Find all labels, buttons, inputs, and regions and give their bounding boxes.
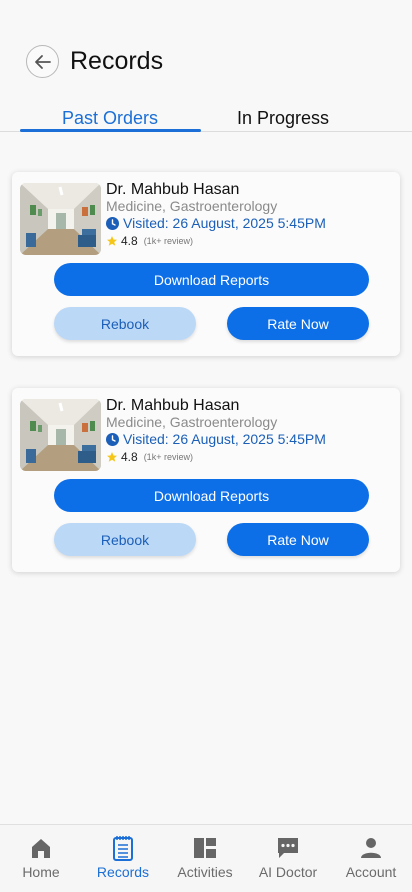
star-icon — [107, 236, 117, 246]
nav-label: AI Doctor — [258, 864, 318, 880]
nav-item-home[interactable]: Home — [0, 825, 82, 892]
visit-date: Visited: 26 August, 2025 5:45PM — [123, 215, 326, 231]
clock-icon — [106, 432, 119, 446]
rating-value: 4.8 — [121, 450, 138, 464]
header: Records — [0, 0, 412, 100]
rating: 4.8 (1k+ review) — [106, 450, 193, 464]
doctor-name: Dr. Mahbub Hasan — [106, 181, 240, 198]
chat-icon — [278, 838, 298, 858]
arrow-left-icon — [34, 54, 51, 69]
rating: 4.8 (1k+ review) — [106, 234, 193, 248]
record-card: Dr. Mahbub Hasan Medicine, Gastroenterol… — [12, 172, 400, 356]
visit-date: Visited: 26 August, 2025 5:45PM — [123, 431, 326, 447]
download-reports-button[interactable]: Download Reports — [54, 479, 369, 512]
doctor-specialty: Medicine, Gastroenterology — [106, 198, 278, 214]
visit-info: Visited: 26 August, 2025 5:45PM — [106, 215, 326, 231]
nav-item-records[interactable]: Records — [82, 825, 164, 892]
rating-value: 4.8 — [121, 234, 138, 248]
nav-item-account[interactable]: Account — [330, 825, 412, 892]
clinic-image — [20, 183, 101, 255]
records-icon — [113, 836, 133, 861]
nav-label: Account — [345, 864, 397, 880]
tab-bar: Past Orders In Progress — [0, 105, 412, 132]
bottom-nav: Home Records Activities AI Doctor Accoun… — [0, 824, 412, 892]
review-count: (1k+ review) — [143, 236, 193, 246]
nav-item-activities[interactable]: Activities — [164, 825, 246, 892]
nav-label: Records — [96, 864, 150, 880]
doctor-specialty: Medicine, Gastroenterology — [106, 414, 278, 430]
home-icon — [32, 839, 50, 858]
clinic-image — [20, 399, 101, 471]
doctor-name: Dr. Mahbub Hasan — [106, 397, 240, 414]
account-icon — [361, 838, 381, 858]
nav-label: Activities — [177, 864, 233, 880]
nav-item-ai-doctor[interactable]: AI Doctor — [247, 825, 329, 892]
back-button[interactable] — [26, 45, 59, 78]
star-icon — [107, 452, 117, 462]
visit-info: Visited: 26 August, 2025 5:45PM — [106, 431, 326, 447]
rate-now-button[interactable]: Rate Now — [227, 307, 369, 340]
page-title: Records — [70, 47, 164, 75]
active-tab-indicator — [20, 129, 201, 132]
clock-icon — [106, 216, 119, 230]
rebook-button[interactable]: Rebook — [54, 307, 196, 340]
record-card: Dr. Mahbub Hasan Medicine, Gastroenterol… — [12, 388, 400, 572]
rate-now-button[interactable]: Rate Now — [227, 523, 369, 556]
tab-past-orders[interactable]: Past Orders — [62, 108, 158, 129]
activities-icon — [194, 838, 216, 858]
tab-in-progress[interactable]: In Progress — [237, 108, 329, 129]
rebook-button[interactable]: Rebook — [54, 523, 196, 556]
review-count: (1k+ review) — [143, 452, 193, 462]
download-reports-button[interactable]: Download Reports — [54, 263, 369, 296]
nav-label: Home — [22, 864, 60, 880]
